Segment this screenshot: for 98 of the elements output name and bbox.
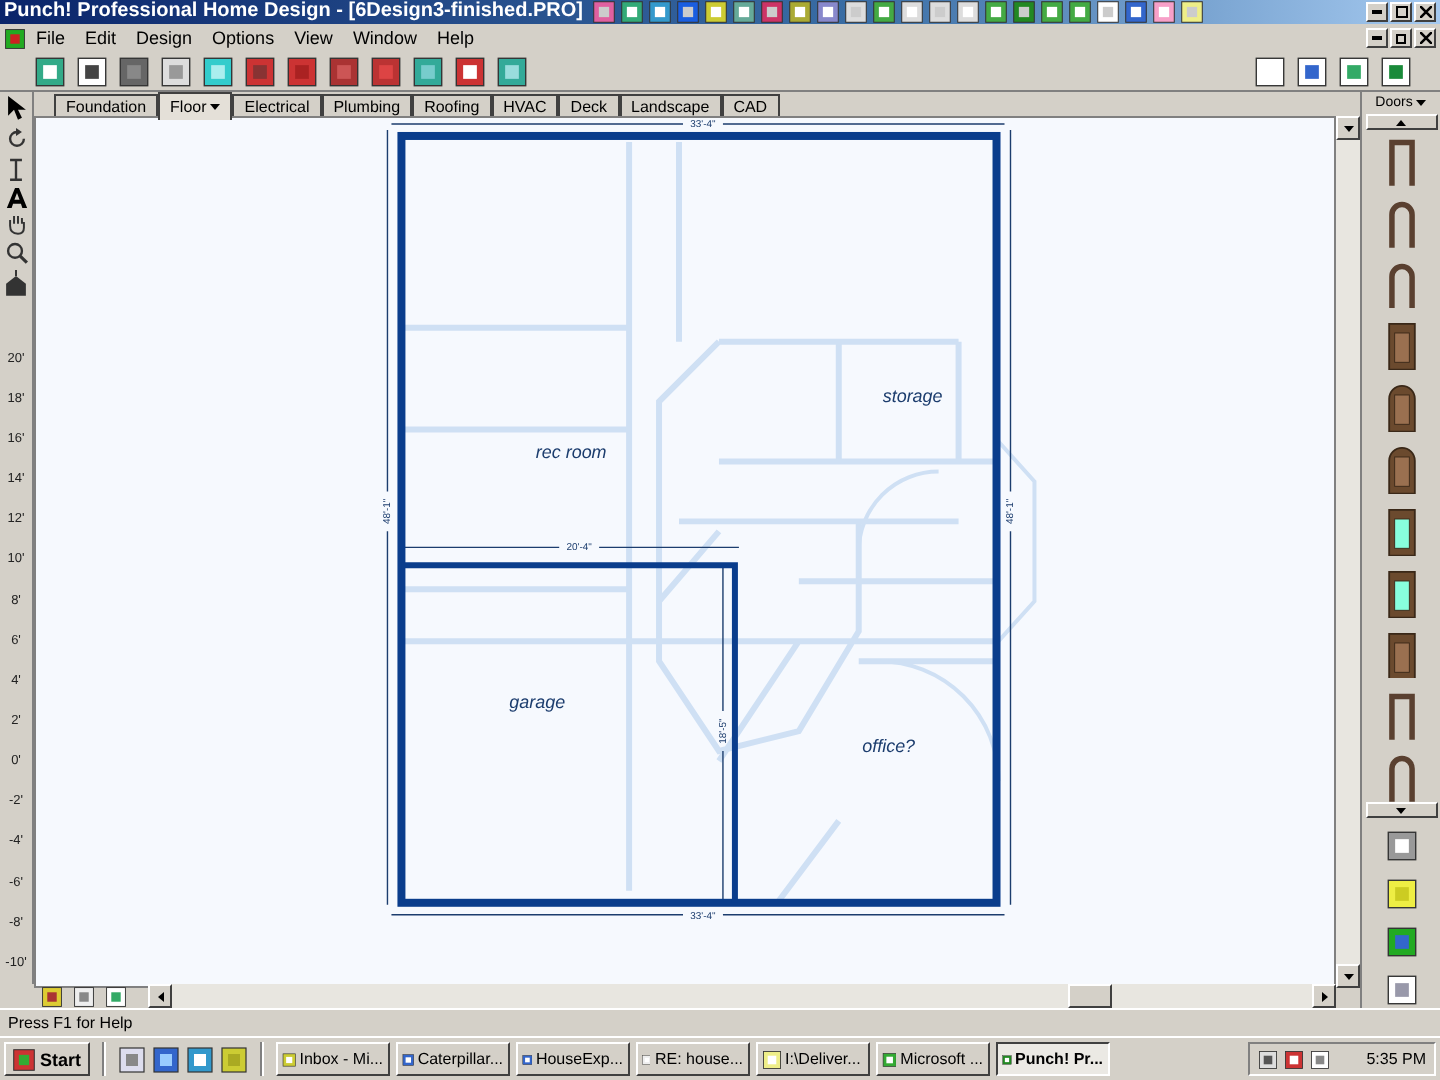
caret-icon bbox=[210, 104, 221, 110]
close-icon bbox=[1419, 32, 1431, 44]
text-tool-icon[interactable] bbox=[5, 187, 27, 209]
right-arrow-icon bbox=[1321, 991, 1327, 1001]
restore-button[interactable] bbox=[1390, 28, 1412, 48]
room-label: rec room bbox=[535, 442, 607, 463]
minimize-icon bbox=[1372, 36, 1382, 40]
maximize-button[interactable] bbox=[1390, 2, 1412, 22]
scroll-left-button[interactable] bbox=[148, 984, 172, 1008]
tab[interactable]: Deck bbox=[558, 94, 620, 116]
hand-icon[interactable] bbox=[5, 214, 27, 237]
menu-item[interactable]: Help bbox=[426, 28, 484, 48]
taskbar-button[interactable]: Punch! Pr... bbox=[995, 1042, 1110, 1076]
down-arrow-icon bbox=[1396, 807, 1406, 813]
desktop-shortcut-icon[interactable] bbox=[843, 0, 867, 24]
app-icon bbox=[401, 1049, 414, 1069]
pointer-icon[interactable] bbox=[6, 96, 26, 120]
menu-item[interactable]: Design bbox=[126, 28, 203, 48]
desktop-shortcut-icon[interactable] bbox=[899, 0, 923, 24]
scroll-up-button[interactable] bbox=[1365, 114, 1437, 130]
scroll-up-button[interactable] bbox=[1336, 116, 1360, 140]
desktop-shortcut-icon[interactable] bbox=[1067, 0, 1091, 24]
view-layout-icon[interactable] bbox=[1336, 55, 1372, 87]
taskbar-button[interactable]: Caterpillar... bbox=[395, 1042, 510, 1076]
desktop-shortcut-icon[interactable] bbox=[675, 0, 699, 24]
scroll-down-button[interactable] bbox=[1336, 964, 1360, 989]
desktop-shortcut-icon[interactable] bbox=[1151, 0, 1175, 24]
clock: 5:35 PM bbox=[1366, 1050, 1426, 1068]
desktop-shortcut-icon[interactable] bbox=[1095, 0, 1119, 24]
room-label: garage bbox=[509, 691, 566, 712]
start-button[interactable]: Start bbox=[4, 1042, 90, 1076]
desktop-shortcut-icon[interactable] bbox=[787, 0, 811, 24]
taskbar-button[interactable]: HouseExp... bbox=[515, 1042, 630, 1076]
scroll-right-button[interactable] bbox=[1312, 984, 1336, 1008]
maximize-icon bbox=[1395, 6, 1407, 18]
tab[interactable]: HVAC bbox=[491, 94, 559, 116]
scroll-down-button[interactable] bbox=[1365, 802, 1437, 818]
tab[interactable]: Roofing bbox=[412, 94, 492, 116]
tab[interactable]: Plumbing bbox=[321, 94, 413, 116]
menu-item[interactable]: Edit bbox=[75, 28, 127, 48]
menu-item[interactable]: File bbox=[26, 28, 76, 48]
left-arrow-icon bbox=[157, 991, 163, 1001]
up-arrow-icon bbox=[1396, 119, 1406, 125]
taskbar-button[interactable]: I:\Deliver... bbox=[755, 1042, 870, 1076]
taskbar-button[interactable]: Inbox - Mi... bbox=[275, 1042, 390, 1076]
view-layout-icon[interactable] bbox=[1378, 55, 1414, 87]
desktop-shortcut-icon[interactable] bbox=[731, 0, 755, 24]
zoom-icon[interactable] bbox=[5, 242, 27, 265]
minimize-icon bbox=[1372, 10, 1382, 14]
desktop-shortcut-icon[interactable] bbox=[619, 0, 643, 24]
close-button[interactable] bbox=[1414, 28, 1436, 48]
tab[interactable]: CAD bbox=[721, 94, 780, 116]
app-icon bbox=[881, 1049, 897, 1069]
app-icon bbox=[1001, 1049, 1011, 1069]
view-layout-icon[interactable] bbox=[1294, 55, 1330, 87]
desktop-shortcut-icon[interactable] bbox=[815, 0, 839, 24]
app-icon bbox=[521, 1049, 532, 1069]
desktop-shortcut-icon[interactable] bbox=[703, 0, 727, 24]
taskbar-button[interactable]: Microsoft ... bbox=[875, 1042, 990, 1076]
desktop-shortcut-icon[interactable] bbox=[927, 0, 951, 24]
room-label: storage bbox=[882, 386, 943, 407]
app-icon bbox=[4, 27, 26, 49]
view-layout-icon[interactable] bbox=[1252, 55, 1288, 87]
desktop-shortcut-icon[interactable] bbox=[647, 0, 671, 24]
app-icon bbox=[641, 1049, 651, 1069]
desktop-shortcut-icon[interactable] bbox=[759, 0, 783, 24]
furniture-icon[interactable] bbox=[4, 270, 28, 296]
tab[interactable]: Landscape bbox=[619, 94, 722, 116]
up-arrow-icon bbox=[1343, 125, 1353, 131]
minimize-button[interactable] bbox=[1366, 2, 1388, 22]
menu-item[interactable]: Options bbox=[202, 28, 285, 48]
close-icon bbox=[1419, 6, 1431, 18]
tab[interactable]: Electrical bbox=[232, 94, 322, 116]
tab[interactable]: Foundation bbox=[54, 94, 159, 116]
desktop-shortcut-icon[interactable] bbox=[1123, 0, 1147, 24]
scrollbar-thumb[interactable] bbox=[1068, 984, 1112, 1008]
desktop-shortcut-icon[interactable] bbox=[871, 0, 895, 24]
taskbar-button[interactable]: RE: house... bbox=[635, 1042, 750, 1076]
rotate-icon[interactable] bbox=[5, 127, 27, 150]
minimize-button[interactable] bbox=[1366, 28, 1388, 48]
desktop-shortcut-icon[interactable] bbox=[1039, 0, 1063, 24]
menu-item[interactable]: Window bbox=[342, 28, 427, 48]
tab[interactable]: Floor bbox=[158, 92, 233, 120]
restore-icon bbox=[1395, 32, 1407, 44]
app-icon bbox=[281, 1049, 296, 1069]
desktop-shortcut-icon[interactable] bbox=[1011, 0, 1035, 24]
desktop-shortcut-icon[interactable] bbox=[955, 0, 979, 24]
status-text: Press F1 for Help bbox=[8, 1014, 133, 1032]
close-button[interactable] bbox=[1414, 2, 1436, 22]
menu-item[interactable]: View bbox=[284, 28, 343, 48]
window-title: Punch! Professional Home Design - [6Design3-finished.PRO] bbox=[2, 0, 585, 24]
desktop-shortcut-icon[interactable] bbox=[591, 0, 615, 24]
app-icon bbox=[761, 1049, 782, 1069]
down-arrow-icon bbox=[1343, 973, 1353, 980]
caret-icon bbox=[1416, 100, 1427, 106]
room-label: office? bbox=[862, 735, 916, 756]
desktop-shortcut-icon[interactable] bbox=[983, 0, 1007, 24]
desktop-shortcut-icon[interactable] bbox=[1179, 0, 1203, 24]
